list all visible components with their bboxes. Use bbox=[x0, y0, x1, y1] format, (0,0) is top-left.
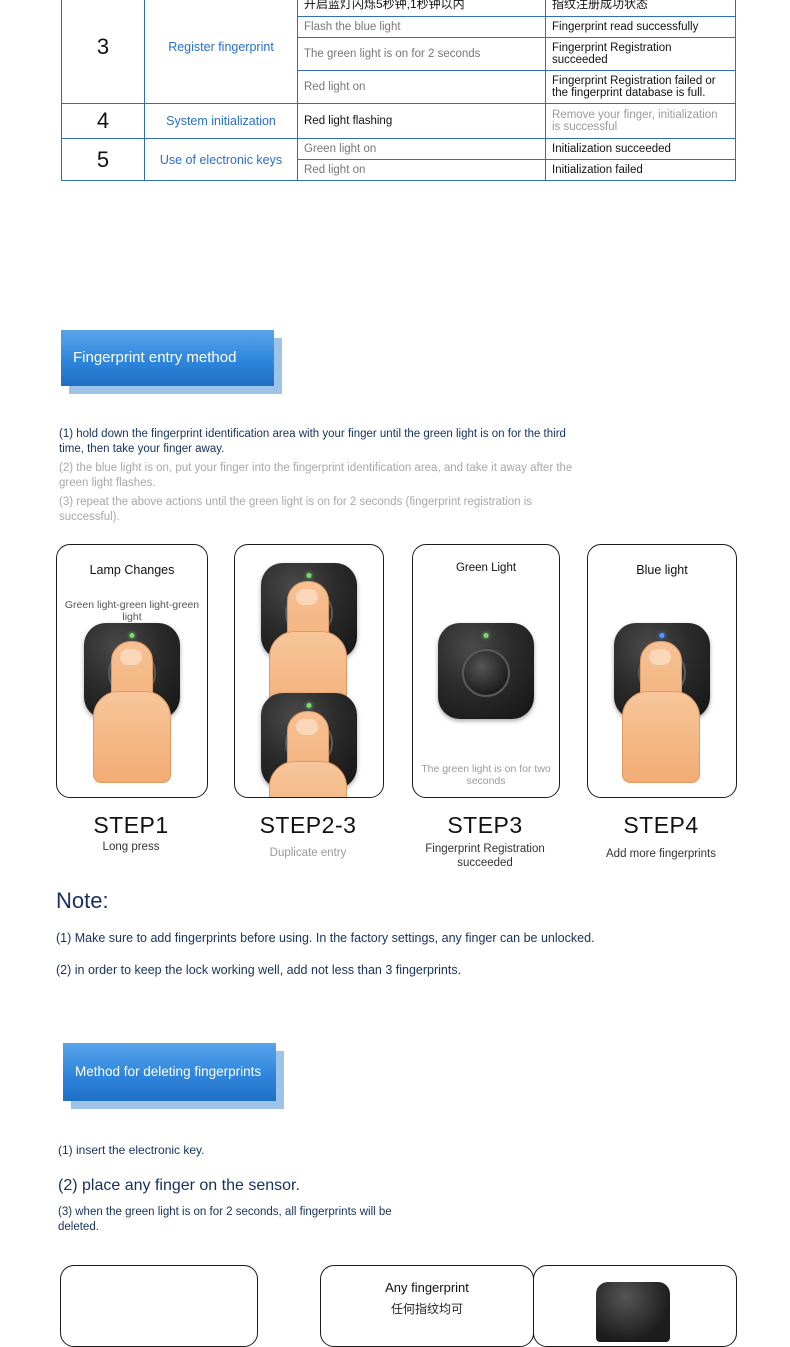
step-card-4: Blue light bbox=[587, 544, 737, 798]
delete-step-1: (1) insert the electronic key. bbox=[58, 1143, 205, 1157]
card-subtitle: Green light-green light-green light bbox=[64, 599, 200, 623]
lamp-result: Initialization failed bbox=[545, 159, 736, 181]
note-line-1: (1) Make sure to add fingerprints before… bbox=[56, 931, 595, 945]
row-function: Register fingerprint bbox=[144, 0, 298, 104]
finger-nail bbox=[296, 719, 318, 735]
sensor-ring bbox=[462, 648, 510, 697]
entry-step-1: (1) hold down the fingerprint identifica… bbox=[59, 428, 566, 456]
document-page: 3 Register fingerprint 开启蓝灯闪烁5秒钟,1秒钟以内 指… bbox=[0, 0, 790, 1347]
lamp-result: Fingerprint Registration succeeded bbox=[545, 37, 736, 71]
row-number: 4 bbox=[61, 103, 145, 139]
step-label-4: STEP4 bbox=[623, 812, 699, 838]
step-sub-3: Fingerprint Registration succeeded bbox=[425, 843, 545, 870]
row-function: Use of electronic keys bbox=[144, 138, 298, 181]
row-number: 3 bbox=[61, 0, 145, 104]
green-led-indicator bbox=[129, 633, 135, 638]
device-illustration bbox=[596, 1282, 670, 1342]
hand-shape bbox=[269, 761, 347, 797]
finger-illustration bbox=[622, 641, 700, 783]
lamp-state: Green light on bbox=[297, 138, 546, 160]
finger-illustration bbox=[269, 711, 347, 797]
lamp-state: Red light flashing bbox=[297, 103, 546, 139]
lamp-state: The green light is on for 2 seconds bbox=[297, 37, 546, 71]
lamp-result: Fingerprint Registration failed or the f… bbox=[545, 70, 736, 104]
delete-step-3: (3) when the green light is on for 2 sec… bbox=[58, 1206, 392, 1234]
lamp-result: 指纹注册成功状态 bbox=[545, 0, 736, 17]
finger-illustration bbox=[269, 581, 347, 723]
finger-nail bbox=[649, 649, 671, 665]
finger-nail bbox=[120, 649, 142, 665]
table-row: 4 System initialization Red light flashi… bbox=[61, 103, 736, 139]
step-card-3: Green Light The green light is on for tw… bbox=[412, 544, 560, 798]
bottom-card-2: Any fingerprint 任何指纹均可 bbox=[320, 1265, 534, 1347]
lamp-state: Red light on bbox=[297, 70, 546, 104]
bottom-card-subtitle: 任何指纹均可 bbox=[390, 1302, 463, 1316]
green-led-indicator bbox=[306, 573, 312, 578]
lamp-status-table: 3 Register fingerprint 开启蓝灯闪烁5秒钟,1秒钟以内 指… bbox=[61, 0, 736, 181]
banner-label: Fingerprint entry method bbox=[61, 330, 274, 386]
bottom-card-title: Any fingerprint bbox=[385, 1280, 469, 1295]
note-title: Note: bbox=[56, 888, 109, 913]
lamp-result: Fingerprint read successfully bbox=[545, 16, 736, 38]
table-row: 5 Use of electronic keys Green light on … bbox=[61, 138, 736, 181]
entry-step-2: (2) the blue light is on, put your finge… bbox=[59, 462, 573, 490]
step-sub-2: Duplicate entry bbox=[269, 847, 347, 859]
step-sub-1: Long press bbox=[102, 841, 160, 853]
step-label-1: STEP1 bbox=[93, 812, 169, 838]
banner-label: Method for deleting fingerprints bbox=[63, 1043, 276, 1101]
card-title: Lamp Changes bbox=[89, 563, 175, 577]
section-banner-fingerprint-entry: Fingerprint entry method bbox=[61, 330, 286, 398]
step-card-2 bbox=[234, 544, 384, 798]
section-banner-delete-fingerprints: Method for deleting fingerprints bbox=[63, 1043, 288, 1113]
row-number: 5 bbox=[61, 138, 145, 181]
delete-step-2: (2) place any finger on the sensor. bbox=[58, 1177, 300, 1194]
lamp-result: Remove your finger, initialization is su… bbox=[545, 103, 736, 139]
note-line-2: (2) in order to keep the lock working we… bbox=[56, 963, 462, 977]
card-title: Blue light bbox=[636, 563, 688, 577]
step-card-1: Lamp Changes Green light-green light-gre… bbox=[56, 544, 208, 798]
lamp-state: 开启蓝灯闪烁5秒钟,1秒钟以内 bbox=[297, 0, 546, 17]
green-led-indicator bbox=[306, 703, 312, 708]
green-led-indicator bbox=[483, 633, 489, 638]
table-row: 3 Register fingerprint 开启蓝灯闪烁5秒钟,1秒钟以内 指… bbox=[61, 0, 736, 104]
step-sub-4: Add more fingerprints bbox=[606, 848, 716, 860]
finger-nail bbox=[296, 589, 318, 605]
step-label-3: STEP3 bbox=[447, 812, 523, 838]
hand-shape bbox=[622, 691, 700, 783]
bottom-card-3 bbox=[533, 1265, 737, 1347]
lamp-result: Initialization succeeded bbox=[545, 138, 736, 160]
hand-shape bbox=[93, 691, 171, 783]
bottom-card-1 bbox=[60, 1265, 258, 1347]
blue-led-indicator bbox=[659, 633, 665, 638]
lamp-state: Flash the blue light bbox=[297, 16, 546, 38]
lamp-state: Red light on bbox=[297, 159, 546, 181]
card-title: Green Light bbox=[455, 562, 517, 574]
finger-illustration bbox=[93, 641, 171, 783]
fingerprint-sensor-device bbox=[438, 623, 534, 719]
card-note: The green light is on for two seconds bbox=[421, 763, 551, 787]
entry-step-3: (3) repeat the above actions until the g… bbox=[59, 496, 533, 524]
row-function: System initialization bbox=[144, 103, 298, 139]
step-label-2: STEP2-3 bbox=[259, 812, 357, 838]
